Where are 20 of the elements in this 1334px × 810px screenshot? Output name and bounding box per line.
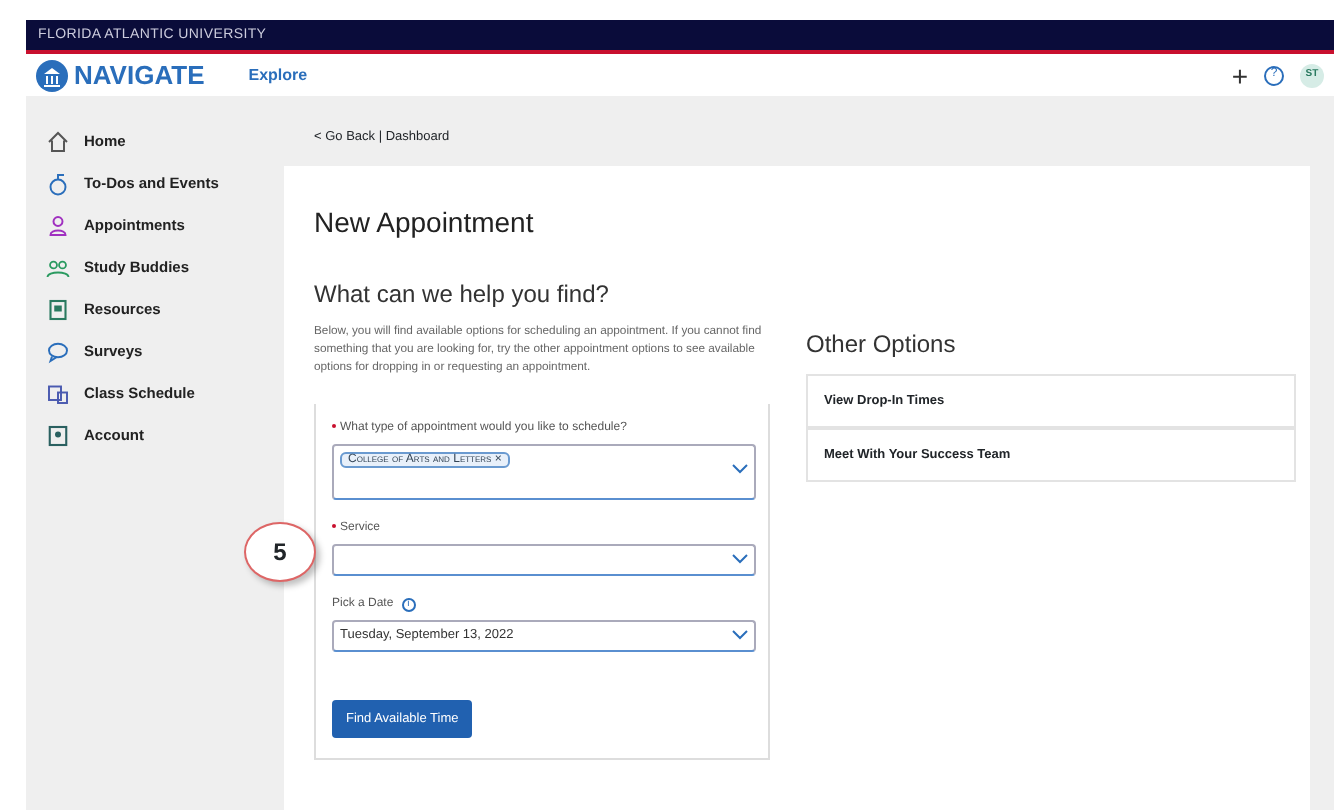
chevron-down-icon xyxy=(732,464,748,475)
people-icon xyxy=(46,255,70,279)
chevron-down-icon xyxy=(732,554,748,565)
step-callout: 5 xyxy=(244,522,316,582)
person-icon xyxy=(46,213,70,237)
add-button[interactable]: + xyxy=(1231,61,1248,89)
calendar-icon xyxy=(46,381,70,405)
stopwatch-icon xyxy=(46,171,70,195)
home-icon xyxy=(46,129,70,153)
logo-icon xyxy=(36,59,68,91)
chevron-down-icon xyxy=(732,630,748,641)
app-logo: NAVIGATE xyxy=(74,57,205,94)
speech-bubble-icon xyxy=(46,339,70,363)
explore-link[interactable]: Explore xyxy=(248,63,308,87)
service-select[interactable] xyxy=(332,543,756,576)
other-options-heading: Other Options xyxy=(806,330,958,359)
id-card-icon xyxy=(46,423,70,447)
section-heading: What can we help you find? xyxy=(314,279,611,309)
page-title: New Appointment xyxy=(314,206,536,240)
book-icon xyxy=(46,297,70,321)
